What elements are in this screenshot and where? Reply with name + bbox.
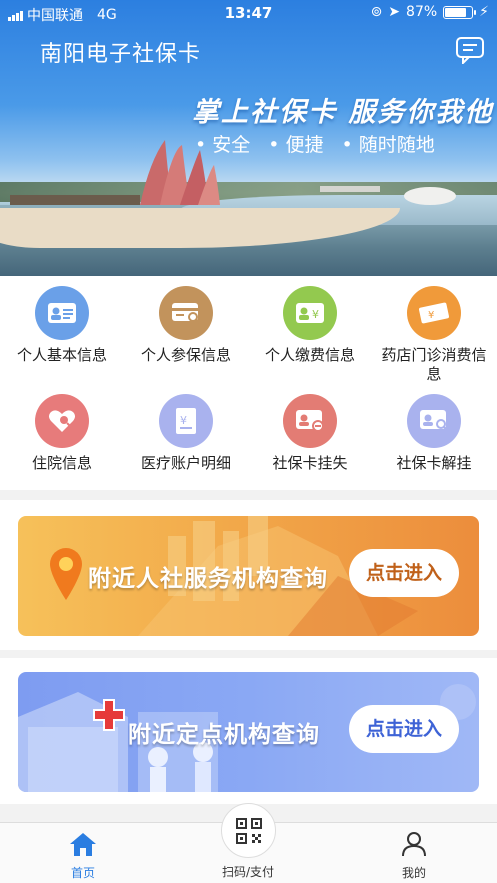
tab-scan-label-wrap: 扫码/支付 xyxy=(198,863,298,880)
banner-section-service: 附近人社服务机构查询 点击进入 xyxy=(0,500,497,650)
grid-item-label: 个人基本信息 xyxy=(16,346,107,364)
nearby-service-banner[interactable]: 附近人社服务机构查询 点击进入 xyxy=(18,516,479,636)
grid-item-label: 药店门诊消费信息 xyxy=(381,346,487,383)
grid-item-insurance-info[interactable]: 个人参保信息 xyxy=(124,286,248,365)
user-icon xyxy=(402,832,426,857)
grid-item-label: 个人缴费信息 xyxy=(264,346,355,364)
insurance-card-search-icon xyxy=(159,286,213,340)
grid-item-basic-info[interactable]: 个人基本信息 xyxy=(0,286,124,365)
hero-bullet: 随时随地 xyxy=(341,130,435,157)
grid-item-label: 住院信息 xyxy=(31,454,92,472)
grid-item-label: 社保卡解挂 xyxy=(396,454,472,472)
location-pin-icon xyxy=(50,548,82,600)
app-title: 南阳电子社保卡 xyxy=(40,42,202,67)
grid-item-hospital-info[interactable]: 住院信息 xyxy=(0,394,124,473)
nearby-service-enter-button[interactable]: 点击进入 xyxy=(349,549,459,597)
tab-me-label: 我的 xyxy=(401,866,426,880)
charging-icon: ⚡ xyxy=(479,4,489,20)
card-unlock-icon xyxy=(407,394,461,448)
location-arrow-icon: ➤ xyxy=(388,4,401,20)
tab-scan-pay[interactable] xyxy=(221,803,276,858)
hero-banner: 中国联通 4G 13:47 ⊚ ➤ 87% ⚡ 南阳电子社保卡 掌上社保卡 服务… xyxy=(0,0,497,276)
grid-item-medical-account[interactable]: ¥ 医疗账户明细 xyxy=(124,394,248,473)
ticket-icon: ¥ xyxy=(407,286,461,340)
hero-bullet: 安全 xyxy=(195,130,250,157)
hero-slogan: 掌上社保卡 服务你我他 xyxy=(192,97,494,128)
svg-text:¥: ¥ xyxy=(180,414,187,427)
svg-text:¥: ¥ xyxy=(428,310,434,321)
status-bar: 中国联通 4G 13:47 ⊚ ➤ 87% ⚡ xyxy=(0,0,497,26)
svg-text:¥: ¥ xyxy=(312,308,319,321)
message-button[interactable] xyxy=(455,36,485,66)
grid-item-label: 个人参保信息 xyxy=(140,346,231,364)
grid-item-label: 社保卡挂失 xyxy=(272,454,348,472)
medical-cross-icon xyxy=(93,699,125,731)
hero-bullet: 便捷 xyxy=(268,130,323,157)
message-icon xyxy=(456,37,484,66)
hero-bullets: 安全 便捷 随时随地 xyxy=(195,130,435,157)
tab-me[interactable]: 我的 xyxy=(364,831,464,881)
service-grid: 个人基本信息 个人参保信息 ¥ 个人缴费信息 ¥ 药店门诊消费信息 住院信息 ¥… xyxy=(0,276,497,490)
tab-home[interactable]: 首页 xyxy=(33,831,133,881)
nearby-service-text: 附近人社服务机构查询 xyxy=(88,566,328,592)
tab-scan-label: 扫码/支付 xyxy=(221,865,275,879)
medical-bill-icon: ¥ xyxy=(159,394,213,448)
grid-item-label: 医疗账户明细 xyxy=(140,454,231,472)
grid-item-report-loss[interactable]: 社保卡挂失 xyxy=(248,394,372,473)
payment-card-icon: ¥ xyxy=(283,286,337,340)
grid-item-pharmacy-info[interactable]: ¥ 药店门诊消费信息 xyxy=(372,286,496,384)
grid-item-unlock-card[interactable]: 社保卡解挂 xyxy=(372,394,496,473)
nearby-medical-banner[interactable]: 附近定点机构查询 点击进入 xyxy=(18,672,479,792)
nearby-medical-text: 附近定点机构查询 xyxy=(128,722,320,748)
nearby-medical-enter-button[interactable]: 点击进入 xyxy=(349,705,459,753)
battery-percent: 87% xyxy=(406,4,438,20)
battery-icon xyxy=(443,5,477,19)
rotation-lock-icon: ⊚ xyxy=(370,4,383,20)
tab-home-label: 首页 xyxy=(70,866,95,880)
card-report-loss-icon xyxy=(283,394,337,448)
grid-item-payment-info[interactable]: ¥ 个人缴费信息 xyxy=(248,286,372,365)
heart-search-icon xyxy=(35,394,89,448)
home-icon xyxy=(70,833,96,856)
qr-code-icon xyxy=(235,817,262,844)
banner-section-medical: 附近定点机构查询 点击进入 xyxy=(0,658,497,804)
id-card-icon xyxy=(35,286,89,340)
